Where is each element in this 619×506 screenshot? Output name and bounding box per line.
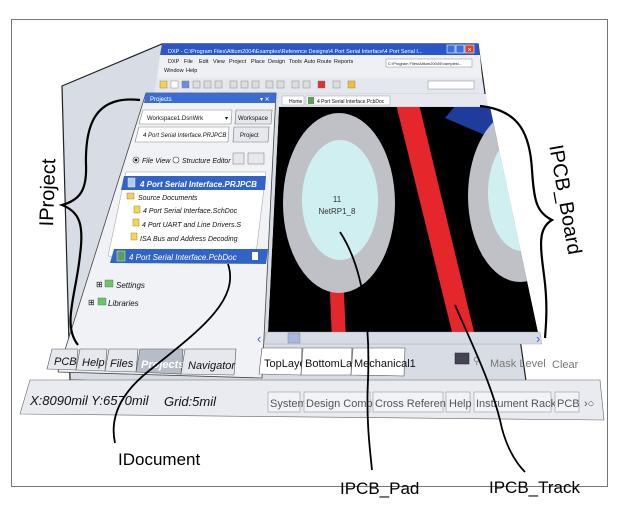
toolbar-combo[interactable] <box>427 80 475 90</box>
menu-item[interactable]: DXP <box>168 59 180 65</box>
projects-panel-title: Projects <box>150 97 172 103</box>
undo-icon[interactable] <box>265 80 274 89</box>
menu-item[interactable]: Edit <box>199 59 209 65</box>
dxp-window: DXP - C:\Program Files\Altium2004\Exampl… <box>19 43 605 421</box>
file-view-label: File View <box>142 158 171 165</box>
project-button-label: Project <box>240 133 259 139</box>
schdoc-icon <box>130 232 138 241</box>
tree-item[interactable]: 4 Port UART and Line Drivers.S <box>142 222 241 229</box>
tab-label: PCB <box>54 356 77 368</box>
save-icon[interactable] <box>181 80 190 89</box>
deselect-icon[interactable] <box>317 80 326 89</box>
path-text: C:\Program Files\Altium2004\Examples\... <box>388 61 462 66</box>
tree-item: 4 Port Serial Interface.PRJPCB <box>139 180 257 189</box>
status-button-label: PCB <box>557 398 580 410</box>
scroll-thumb[interactable] <box>287 332 301 344</box>
panel-pin-icon[interactable]: ▾ ✕ <box>260 97 270 103</box>
minimize-button[interactable] <box>446 44 456 54</box>
tree-item[interactable]: Settings <box>116 281 145 290</box>
menu-item[interactable]: File <box>184 59 193 65</box>
horizontal-scrollbar[interactable] <box>263 331 543 345</box>
expand-icon[interactable]: ⊞ <box>88 298 95 307</box>
structure-editor-label: Structure Editor <box>182 158 231 165</box>
folder-icon <box>126 192 135 200</box>
select-icon[interactable] <box>291 80 300 89</box>
status-buttons: System Design Compiler Cross References … <box>267 391 594 413</box>
grid-readout: Grid:5mil <box>164 394 217 409</box>
tree-item[interactable]: Source Documents <box>138 195 198 202</box>
coords-readout: X:8090mil Y:6570mil <box>29 393 150 408</box>
new-doc-icon[interactable] <box>170 80 179 89</box>
pcbdoc-icon <box>116 250 126 262</box>
project-icon <box>127 177 136 188</box>
move-icon[interactable] <box>302 80 311 89</box>
menu-item[interactable]: Tools <box>289 59 302 65</box>
expand-icon[interactable]: ⊞ <box>96 280 103 289</box>
callout-idocument: IDocument <box>118 450 201 469</box>
tree-item[interactable]: ISA Bus and Address Decoding <box>140 236 238 243</box>
scroll-left-icon[interactable]: ‹ <box>257 331 261 346</box>
tree-item[interactable]: 4 Port Serial Interface.SchDoc <box>143 208 238 215</box>
folder-icon <box>97 297 107 306</box>
project-value: 4 Port Serial Interface.PRJPCB <box>143 133 226 139</box>
clear-button[interactable]: Clear <box>552 359 579 371</box>
schdoc-icon <box>133 205 141 214</box>
bulb-icon[interactable] <box>347 80 356 89</box>
route-icon[interactable] <box>332 80 341 89</box>
menu-item[interactable]: View <box>213 59 225 65</box>
status-button-label: System <box>270 398 307 410</box>
copy-icon[interactable] <box>240 80 249 89</box>
pcbdoc-icon <box>308 97 314 104</box>
more-icon[interactable]: ›○ <box>584 398 594 410</box>
tree-item: 4 Port Serial Interface.PcbDoc <box>129 253 237 262</box>
tab-label: Navigator <box>188 360 236 372</box>
tab-label: Help <box>82 357 105 369</box>
menu-item[interactable]: Design <box>268 59 285 65</box>
chevron-down-icon: ▾ <box>225 116 228 122</box>
menu-item[interactable]: Project <box>229 59 247 65</box>
print-icon[interactable] <box>192 80 201 89</box>
refresh-icon[interactable] <box>232 152 245 165</box>
folder-icon <box>104 279 114 288</box>
status-button-label: Instrument Racks <box>476 398 562 410</box>
tab-label: Home <box>289 99 303 105</box>
paste-icon[interactable] <box>251 80 260 89</box>
layer-color-icon[interactable] <box>454 352 470 365</box>
menu-item[interactable]: Auto Route <box>304 59 332 65</box>
menu-item[interactable]: Window <box>164 68 184 74</box>
folder-icon[interactable] <box>159 80 168 89</box>
tree-item[interactable]: Libraries <box>108 299 139 308</box>
structure-editor-radio[interactable] <box>172 156 180 164</box>
scroll-right-icon[interactable]: › <box>536 331 540 346</box>
schdoc-icon <box>132 218 140 227</box>
zoom-fit-icon[interactable] <box>214 80 223 89</box>
cut-icon[interactable] <box>229 80 238 89</box>
close-icon: × <box>468 47 472 54</box>
callout-ipcb-track: IPCB_Track <box>489 478 581 497</box>
tab-label: 4 Port Serial Interface.PcbDoc <box>317 99 385 105</box>
pad-designator: 11 <box>333 195 342 204</box>
mask-level-button[interactable]: Mask Level <box>490 358 546 370</box>
settings-icon[interactable] <box>247 152 265 165</box>
menu-item[interactable]: Reports <box>334 59 354 65</box>
pad-net: NetRP1_8 <box>319 207 356 216</box>
layer-tab-label: Mechanical1 <box>354 358 416 370</box>
redo-icon[interactable] <box>276 80 285 89</box>
workspace-button-label: Workspace <box>238 116 269 122</box>
window-title: DXP - C:\Program Files\Altium2004\Exampl… <box>168 49 423 55</box>
zoom-icon[interactable] <box>203 80 212 89</box>
document-icon <box>252 252 258 260</box>
screenshot-illustration: DXP - C:\Program Files\Altium2004\Exampl… <box>19 43 605 473</box>
callout-iproject: IProject <box>36 158 61 227</box>
menu-item[interactable]: Place <box>251 59 265 65</box>
tab-label: Files <box>110 358 134 370</box>
maximize-button[interactable] <box>455 44 465 54</box>
callout-ipcb-pad: IPCB_Pad <box>340 479 420 498</box>
status-button-label: Help <box>449 398 472 410</box>
workspace-value: Workspace1.DsnWrk <box>147 116 204 122</box>
menu-item[interactable]: Help <box>186 68 197 74</box>
